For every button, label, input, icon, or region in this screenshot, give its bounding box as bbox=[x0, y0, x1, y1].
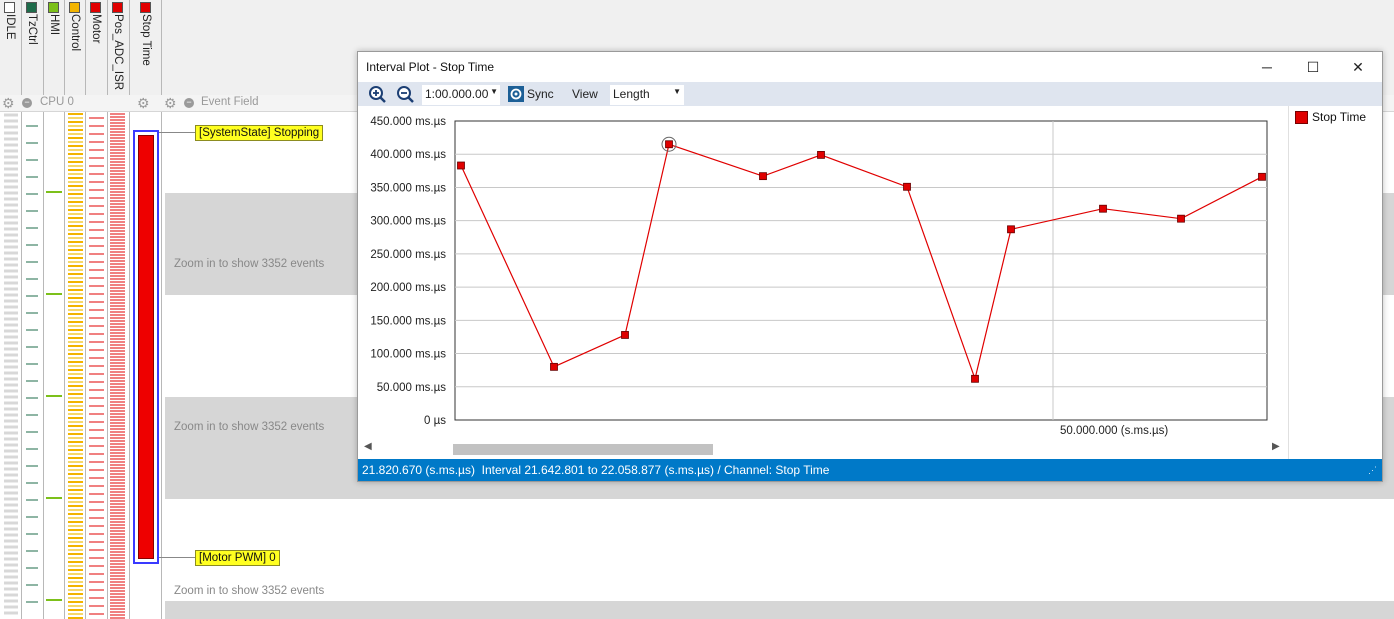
window-title: Interval Plot - Stop Time bbox=[366, 60, 495, 74]
tag-connector bbox=[159, 132, 196, 133]
y-tick-label: 150.000 ms.µs bbox=[370, 315, 446, 327]
legend-item-stop-time[interactable]: Stop Time bbox=[1312, 110, 1366, 124]
interval-plot-window: Interval Plot - Stop Time ─ ☐ ✕ 1:00.000… bbox=[357, 51, 1383, 482]
plot-toolbar: 1:00.000.00 ▼ Sync View Length ▼ bbox=[358, 82, 1382, 106]
minimize-button[interactable]: ─ bbox=[1255, 57, 1279, 77]
y-tick-label: 400.000 ms.µs bbox=[370, 149, 446, 161]
chevron-down-icon: ▼ bbox=[490, 87, 498, 96]
horizontal-scrollbar[interactable]: ◀ ▶ bbox=[362, 441, 1280, 456]
scrollbar-thumb[interactable] bbox=[453, 444, 713, 455]
sync-icon[interactable] bbox=[507, 85, 525, 103]
channel-label: Motor bbox=[90, 14, 102, 44]
channel-control[interactable]: Control bbox=[65, 0, 85, 95]
tag-connector bbox=[159, 557, 196, 558]
column-divider bbox=[161, 0, 162, 619]
channel-pos-adc-isr[interactable]: Pos_ADC_ISR bbox=[108, 0, 128, 95]
data-point[interactable] bbox=[550, 362, 558, 371]
zoom-in-icon[interactable] bbox=[368, 85, 386, 103]
data-point[interactable] bbox=[817, 150, 825, 159]
data-point[interactable] bbox=[1258, 172, 1266, 181]
event-field-label: Event Field bbox=[201, 96, 259, 108]
collapse-icon[interactable]: − bbox=[184, 98, 194, 108]
data-point[interactable] bbox=[1007, 225, 1015, 234]
channel-color-swatch bbox=[4, 2, 15, 13]
x-marker-label: 50.000.000 (s.ms.µs) bbox=[1060, 425, 1169, 437]
channel-color-swatch bbox=[69, 2, 80, 13]
data-point[interactable] bbox=[903, 182, 911, 191]
status-bar: 21.820.670 (s.ms.µs) Interval 21.642.801… bbox=[358, 459, 1382, 481]
channel-tzctrl[interactable]: TzCtrl bbox=[22, 0, 42, 95]
zoom-message: Zoom in to show 3352 events bbox=[174, 585, 325, 597]
motor-pwm-tag[interactable]: [Motor PWM] 0 bbox=[195, 550, 280, 566]
channel-color-swatch bbox=[140, 2, 151, 13]
gear-icon[interactable]: ⚙ bbox=[2, 95, 15, 111]
y-tick-label: 200.000 ms.µs bbox=[370, 282, 446, 294]
stop-time-interval-fill bbox=[138, 135, 154, 559]
channel-label: TzCtrl bbox=[26, 14, 38, 45]
channel-label: Pos_ADC_ISR bbox=[112, 14, 124, 91]
interval-plot-chart[interactable]: 450.000 ms.µs 400.000 ms.µs 350.000 ms.µs 3… bbox=[358, 106, 1288, 442]
status-text: 21.820.670 (s.ms.µs) Interval 21.642.801… bbox=[362, 463, 830, 477]
data-point[interactable] bbox=[621, 331, 629, 339]
y-tick-label: 0 µs bbox=[424, 415, 446, 427]
channel-color-swatch bbox=[26, 2, 37, 13]
scroll-right-icon[interactable]: ▶ bbox=[1272, 441, 1280, 452]
window-titlebar[interactable]: Interval Plot - Stop Time ─ ☐ ✕ bbox=[358, 52, 1382, 82]
stop-time-interval-bar[interactable] bbox=[133, 130, 159, 564]
channel-label: Stop Time bbox=[140, 14, 152, 66]
y-tick-label: 100.000 ms.µs bbox=[370, 349, 446, 361]
event-traces bbox=[4, 113, 125, 619]
system-state-tag[interactable]: [SystemState] Stopping bbox=[195, 125, 324, 141]
time-scale-value: 1:00.000.00 bbox=[425, 87, 489, 101]
y-tick-label: 50.000 ms.µs bbox=[377, 382, 447, 394]
data-point[interactable] bbox=[1099, 204, 1107, 213]
y-tick-label: 450.000 ms.µs bbox=[370, 116, 446, 128]
data-point[interactable] bbox=[759, 172, 767, 181]
y-tick-label: 300.000 ms.µs bbox=[370, 216, 446, 228]
cpu-label: CPU 0 bbox=[40, 96, 74, 108]
collapse-icon[interactable]: − bbox=[22, 98, 32, 108]
zoom-message: Zoom in to show 3352 events bbox=[174, 258, 325, 270]
plot-area bbox=[454, 120, 1268, 421]
legend-divider bbox=[1288, 106, 1289, 459]
channel-label: Control bbox=[69, 14, 81, 52]
view-mode-value: Length bbox=[613, 87, 650, 101]
resize-grip-icon[interactable]: ⋰ bbox=[1368, 465, 1377, 476]
view-menu[interactable]: View bbox=[572, 87, 598, 101]
gear-icon[interactable]: ⚙ bbox=[164, 95, 177, 111]
scroll-left-icon[interactable]: ◀ bbox=[364, 441, 372, 452]
maximize-button[interactable]: ☐ bbox=[1301, 57, 1325, 77]
data-point[interactable] bbox=[457, 161, 465, 170]
zoom-out-icon[interactable] bbox=[396, 85, 414, 103]
channel-color-swatch bbox=[48, 2, 59, 13]
chevron-down-icon: ▼ bbox=[673, 87, 681, 96]
sync-button[interactable]: Sync bbox=[527, 87, 554, 101]
legend-swatch bbox=[1295, 111, 1308, 124]
channel-label: IDLE bbox=[4, 14, 16, 40]
y-tick-label: 250.000 ms.µs bbox=[370, 249, 446, 261]
data-point[interactable] bbox=[971, 374, 979, 383]
y-tick-label: 350.000 ms.µs bbox=[370, 182, 446, 194]
channel-motor[interactable]: Motor bbox=[86, 0, 106, 95]
channel-hmi[interactable]: HMI bbox=[44, 0, 64, 95]
channel-idle[interactable]: IDLE bbox=[0, 0, 20, 95]
view-mode-select[interactable]: Length ▼ bbox=[609, 84, 685, 106]
channel-stop-time[interactable]: Stop Time bbox=[136, 0, 156, 95]
channel-color-swatch bbox=[112, 2, 123, 13]
channel-label: HMI bbox=[48, 14, 60, 36]
close-button[interactable]: ✕ bbox=[1346, 57, 1370, 77]
zoom-message: Zoom in to show 3352 events bbox=[174, 421, 325, 433]
gear-icon[interactable]: ⚙ bbox=[137, 95, 150, 111]
event-band bbox=[165, 601, 1394, 619]
channel-color-swatch bbox=[90, 2, 101, 13]
time-scale-select[interactable]: 1:00.000.00 ▼ bbox=[421, 84, 501, 106]
data-point[interactable] bbox=[665, 140, 673, 149]
data-point[interactable] bbox=[1177, 214, 1185, 223]
